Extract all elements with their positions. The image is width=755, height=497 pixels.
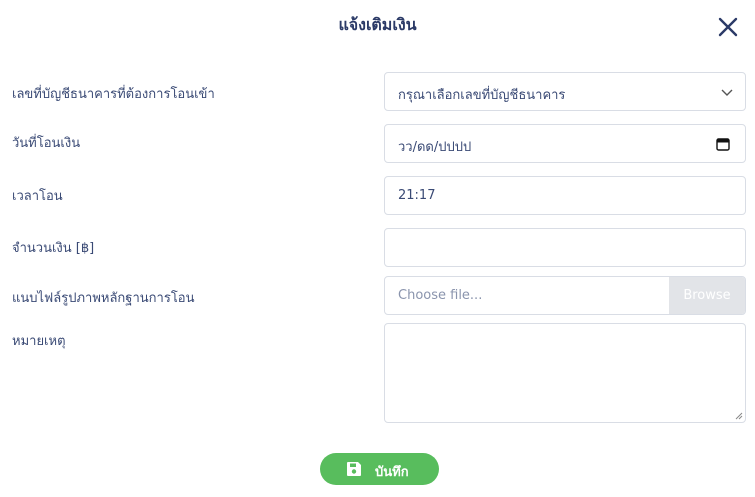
calendar-icon[interactable] [716, 137, 730, 151]
browse-button[interactable]: Browse [669, 277, 745, 314]
amount-input[interactable] [384, 228, 746, 267]
slip-file-input[interactable]: Choose file... Browse [384, 276, 746, 315]
transfer-time-value: 21:17 [398, 188, 436, 203]
close-icon[interactable] [717, 16, 739, 38]
resize-handle-icon[interactable] [735, 412, 743, 420]
transfer-date-value: วว/ดด/ปปปป [398, 140, 472, 155]
amount-label: จำนวนเงิน [฿] [12, 241, 95, 256]
slip-file-placeholder: Choose file... [398, 288, 483, 303]
note-label: หมายเหตุ [12, 334, 66, 349]
bank-account-label: เลขที่บัญชีธนาคารที่ต้องการโอนเข้า [12, 87, 215, 102]
save-button-label: บันทึก [375, 465, 409, 480]
bank-account-selected: กรุณาเลือกเลขที่บัญชีธนาคาร [398, 88, 566, 103]
transfer-date-label: วันที่โอนเงิน [12, 136, 81, 151]
note-textarea[interactable] [384, 323, 746, 423]
transfer-time-input[interactable]: 21:17 [384, 176, 746, 215]
modal-title: แจ้งเติมเงิน [338, 15, 417, 34]
slip-file-label: แนบไฟล์รูปภาพหลักฐานการโอน [12, 291, 195, 306]
transfer-date-input[interactable]: วว/ดด/ปปปป [384, 124, 746, 163]
bank-account-select[interactable]: กรุณาเลือกเลขที่บัญชีธนาคาร [384, 72, 746, 111]
transfer-time-label: เวลาโอน [12, 189, 63, 204]
save-button[interactable]: บันทึก [320, 453, 439, 485]
chevron-down-icon [721, 89, 733, 96]
floppy-disk-icon [347, 462, 361, 476]
